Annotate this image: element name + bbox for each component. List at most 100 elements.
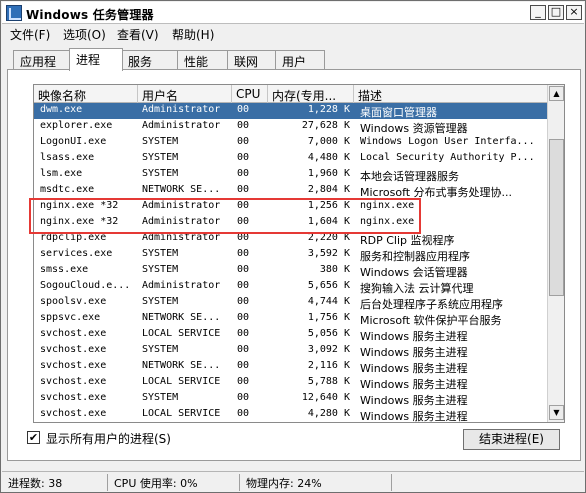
column-description[interactable]: 描述 <box>354 85 548 103</box>
column-user-name[interactable]: 用户名 <box>138 85 232 103</box>
table-row[interactable]: spoolsv.exe SYSTEM 00 4,744 K 后台处理程序子系统应用程序 <box>34 295 548 311</box>
cell-cpu: 00 <box>237 376 250 387</box>
scroll-up-arrow-icon[interactable]: ▲ <box>549 86 564 101</box>
table-row[interactable]: sppsvc.exe NETWORK SE... 00 1,756 K Microsof… <box>34 311 548 327</box>
table-row[interactable]: svchost.exe SYSTEM 00 3,092 K Windows 服务主进程 <box>34 343 548 359</box>
cell-cpu: 00 <box>237 408 250 419</box>
cell-description: Windows 服务主进程 <box>360 346 468 359</box>
cell-user-name: LOCAL SERVICE <box>142 408 221 419</box>
end-process-button[interactable]: 结束进程(E) <box>463 429 560 450</box>
show-all-users-checkbox[interactable]: ✔ <box>27 431 40 444</box>
cell-user-name: SYSTEM <box>142 344 179 355</box>
cell-description: RDP Clip 监视程序 <box>360 234 455 247</box>
cell-image-name: svchost.exe <box>40 392 107 403</box>
status-process-count: 进程数: 38 <box>4 474 108 491</box>
cell-memory: 5,656 K <box>307 280 350 291</box>
table-row[interactable]: SogouCloud.e... Administrator 00 5,656 K 搜狗输… <box>34 279 548 295</box>
process-list[interactable]: 映像名称 用户名 CPU 内存(专用... 描述 dwm.exe Administ… <box>33 84 565 423</box>
cell-user-name: NETWORK SE... <box>142 184 221 195</box>
table-row[interactable]: lsm.exe SYSTEM 00 1,960 K 本地会话管理器服务 <box>34 167 548 183</box>
table-row[interactable]: nginx.exe *32 Administrator 00 1,256 K nginx… <box>34 199 548 215</box>
table-row[interactable]: svchost.exe LOCAL SERVICE 00 5,056 K Windows… <box>34 327 548 343</box>
cell-description: 后台处理程序子系统应用程序 <box>360 298 503 311</box>
cell-image-name: LogonUI.exe <box>40 136 107 147</box>
tab-services[interactable]: 服务 <box>121 50 179 70</box>
cell-description: 搜狗输入法 云计算代理 <box>360 282 474 295</box>
tab-networking[interactable]: 联网 <box>227 50 277 70</box>
table-row[interactable]: rdpclip.exe Administrator 00 2,220 K RDP Cli… <box>34 231 548 247</box>
cell-user-name: SYSTEM <box>142 392 179 403</box>
cell-description: Windows 服务主进程 <box>360 378 468 391</box>
table-row[interactable]: nginx.exe *32 Administrator 00 1,604 K nginx… <box>34 215 548 231</box>
cell-image-name: nginx.exe *32 <box>40 216 119 227</box>
table-row[interactable]: msdtc.exe NETWORK SE... 00 2,804 K Microsoft… <box>34 183 548 199</box>
table-row[interactable]: smss.exe SYSTEM 00 380 K Windows 会话管理器 <box>34 263 548 279</box>
cell-description: 本地会话管理器服务 <box>360 170 459 183</box>
table-row[interactable]: svchost.exe NETWORK SE... 00 2,116 K Windows… <box>34 359 548 375</box>
cell-user-name: Administrator <box>142 120 221 131</box>
cell-memory: 4,280 K <box>307 408 350 419</box>
scrollbar-thumb[interactable] <box>549 139 564 296</box>
cell-cpu: 00 <box>237 184 250 195</box>
cell-description: Windows 服务主进程 <box>360 362 468 375</box>
show-all-users-label: 显示所有用户的进程(S) <box>46 432 171 446</box>
cell-image-name: services.exe <box>40 248 113 259</box>
cell-memory: 2,220 K <box>307 232 350 243</box>
table-row[interactable]: services.exe SYSTEM 00 3,592 K 服务和控制器应用程序 <box>34 247 548 263</box>
cell-cpu: 00 <box>237 280 250 291</box>
cell-cpu: 00 <box>237 344 250 355</box>
title-bar[interactable]: Windows 任务管理器 _ □ × <box>2 2 584 24</box>
menu-file[interactable]: 文件(F) <box>10 26 50 43</box>
tab-performance[interactable]: 性能 <box>177 50 229 70</box>
cell-memory: 5,788 K <box>307 376 350 387</box>
cell-memory: 2,116 K <box>307 360 350 371</box>
column-image-name[interactable]: 映像名称 <box>34 85 138 103</box>
menu-view[interactable]: 查看(V) <box>117 26 159 43</box>
cell-cpu: 00 <box>237 232 250 243</box>
cell-image-name: lsm.exe <box>40 168 83 179</box>
cell-memory: 12,640 K <box>301 392 350 403</box>
maximize-button[interactable]: □ <box>548 5 564 20</box>
cell-image-name: nginx.exe *32 <box>40 200 119 211</box>
minimize-button[interactable]: _ <box>530 5 546 20</box>
vertical-scrollbar[interactable]: ▲ ▼ <box>547 85 564 422</box>
cell-cpu: 00 <box>237 264 250 275</box>
table-row[interactable]: dwm.exe Administrator 00 1,228 K 桌面窗口管理器 <box>34 103 548 119</box>
cell-image-name: dwm.exe <box>40 104 83 115</box>
cell-image-name: svchost.exe <box>40 360 107 371</box>
cell-memory: 380 K <box>319 264 350 275</box>
table-row[interactable]: svchost.exe SYSTEM 00 12,640 K Windows 服务主进程 <box>34 391 548 407</box>
cell-image-name: svchost.exe <box>40 408 107 419</box>
cell-memory: 5,056 K <box>307 328 350 339</box>
cell-user-name: SYSTEM <box>142 168 179 179</box>
cell-description: Local Security Authority P... <box>360 152 535 163</box>
table-row[interactable]: svchost.exe LOCAL SERVICE 00 5,788 K Windows… <box>34 375 548 391</box>
cell-memory: 3,092 K <box>307 344 350 355</box>
cell-image-name: svchost.exe <box>40 328 107 339</box>
table-row[interactable]: lsass.exe SYSTEM 00 4,480 K Local Security A… <box>34 151 548 167</box>
menu-options[interactable]: 选项(O) <box>63 26 106 43</box>
scroll-down-arrow-icon[interactable]: ▼ <box>549 405 564 420</box>
close-button[interactable]: × <box>566 5 582 20</box>
cell-user-name: Administrator <box>142 200 221 211</box>
table-row[interactable]: LogonUI.exe SYSTEM 00 7,000 K Windows Logon … <box>34 135 548 151</box>
tab-processes[interactable]: 进程 <box>69 48 123 71</box>
table-row[interactable]: explorer.exe Administrator 00 27,628 K Windo… <box>34 119 548 135</box>
cell-memory: 1,228 K <box>307 104 350 115</box>
cell-user-name: Administrator <box>142 280 221 291</box>
status-bar: 进程数: 38 CPU 使用率: 0% 物理内存: 24% <box>2 471 584 492</box>
cell-description: Microsoft 分布式事务处理协... <box>360 186 513 199</box>
cell-image-name: rdpclip.exe <box>40 232 107 243</box>
cell-cpu: 00 <box>237 360 250 371</box>
table-row[interactable]: svchost.exe LOCAL SERVICE 00 4,280 K Windows… <box>34 407 548 422</box>
cell-description: Windows 服务主进程 <box>360 330 468 343</box>
menu-help[interactable]: 帮助(H) <box>172 26 214 43</box>
cell-description: nginx.exe <box>360 200 415 211</box>
tab-applications[interactable]: 应用程序 <box>13 50 71 86</box>
cell-cpu: 00 <box>237 328 250 339</box>
cell-user-name: Administrator <box>142 216 221 227</box>
tab-users[interactable]: 用户 <box>275 50 325 70</box>
cell-memory: 4,480 K <box>307 152 350 163</box>
column-memory[interactable]: 内存(专用... <box>268 85 354 103</box>
column-cpu[interactable]: CPU <box>232 85 268 103</box>
